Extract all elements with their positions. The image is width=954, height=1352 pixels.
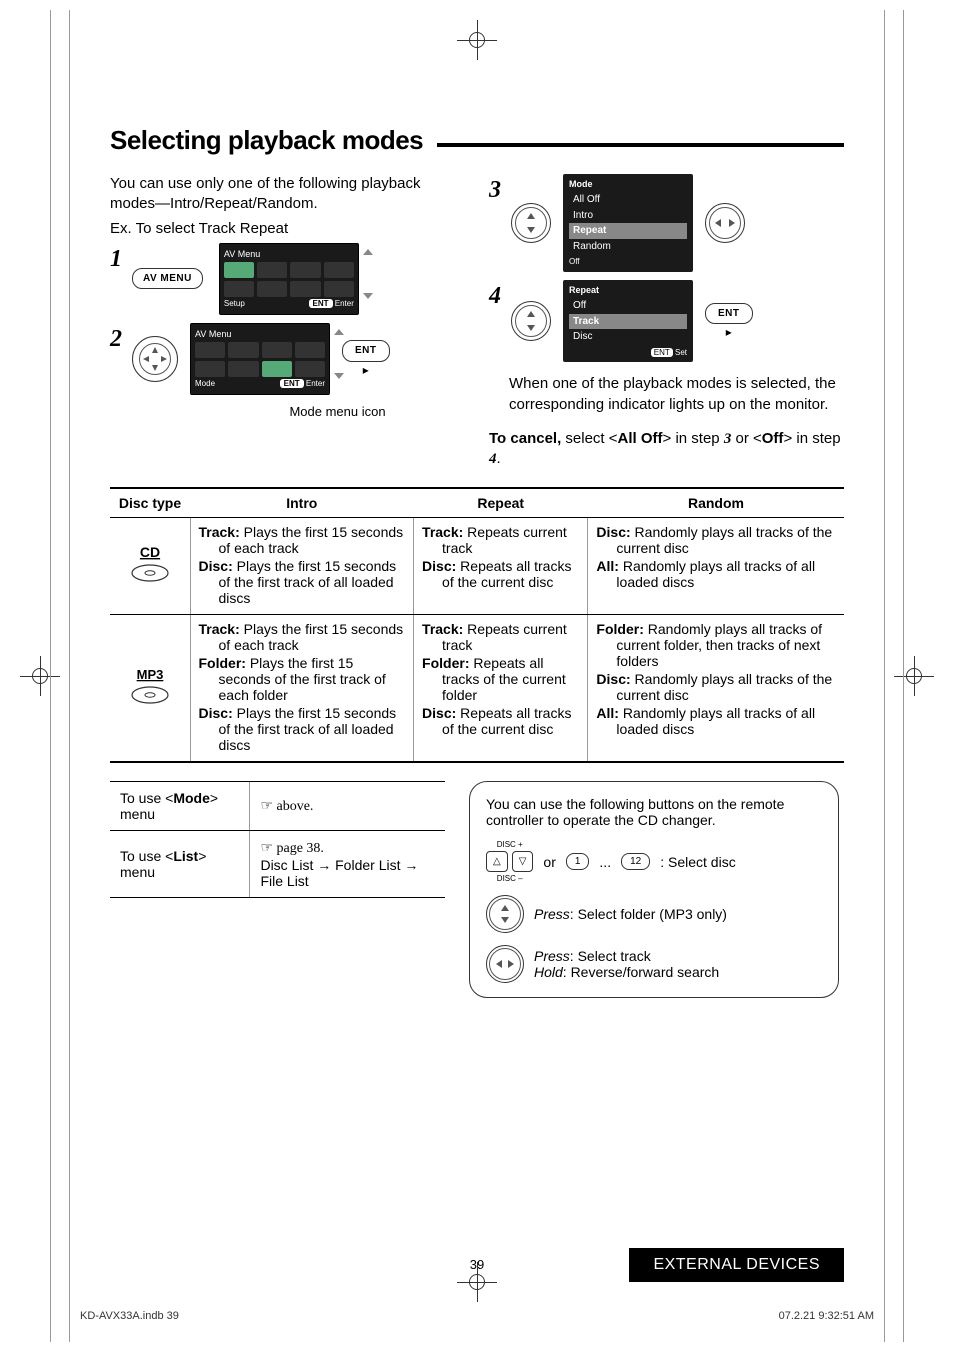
step-4-number: 4 — [489, 280, 501, 312]
step-1: 1 AV MENU AV Menu Setup ENT Ente — [110, 243, 465, 315]
mp3-random-cell: Folder: Randomly plays all tracks of cur… — [588, 615, 844, 763]
av-menu-screen-2: AV Menu Mode ENT Enter — [190, 323, 330, 395]
mode-menu-title: Mode — [569, 178, 687, 190]
mode-menu-ref-label: To use <Mode> menu — [110, 782, 250, 831]
cd-repeat-cell: Track: Repeats current track Disc: Repea… — [414, 518, 588, 615]
remote-controller-box: You can use the following buttons on the… — [469, 781, 839, 998]
mp3-disc-icon: MP3 — [126, 667, 174, 710]
step-3: 3 Mode All Off Intro Repeat Random Off — [489, 174, 844, 272]
step-2-number: 2 — [110, 323, 122, 355]
remote-num-1-icon: 1 — [566, 853, 590, 870]
title-rule — [437, 143, 844, 147]
mp3-repeat-cell: Track: Repeats current track Folder: Rep… — [414, 615, 588, 763]
remote-dial-leftright-icon — [486, 945, 524, 983]
mode-menu-caption: Mode menu icon — [210, 403, 465, 421]
mode-menu-screen: Mode All Off Intro Repeat Random Off — [563, 174, 693, 272]
up-arrow-icon — [363, 249, 373, 255]
svg-text:MP3: MP3 — [136, 667, 163, 682]
remote-down-btn-icon: ▽ — [512, 851, 534, 872]
remote-intro: You can use the following buttons on the… — [486, 796, 822, 828]
cd-intro-cell: Track: Plays the first 15 seconds of eac… — [190, 518, 414, 615]
ent-button-icon: ENT — [705, 303, 753, 325]
av-menu-foot-ent-1: ENT — [309, 299, 333, 308]
av-menu-foot-ent-2: ENT — [280, 379, 304, 388]
cancel-instructions: To cancel, select <All Off> in step 3 or… — [489, 429, 844, 470]
step-3-number: 3 — [489, 174, 501, 206]
menu-reference-table: To use <Mode> menu ☞ above. To use <List… — [110, 781, 445, 898]
cd-disc-icon: CD — [126, 545, 174, 588]
av-menu-icons-1 — [224, 262, 354, 297]
col-intro: Intro — [190, 488, 414, 518]
nav-dial-updown-icon — [511, 301, 551, 341]
page-trim-right — [884, 10, 904, 1342]
svg-text:CD: CD — [140, 545, 160, 560]
step-1-number: 1 — [110, 243, 122, 275]
col-random: Random — [588, 488, 844, 518]
playback-modes-table: Disc type Intro Repeat Random CD Track: … — [110, 487, 844, 763]
page-content: Selecting playback modes You can use onl… — [110, 125, 844, 1292]
remote-up-btn-icon: △ — [486, 851, 508, 872]
right-column: 3 Mode All Off Intro Repeat Random Off — [489, 174, 844, 473]
left-column: You can use only one of the following pl… — [110, 174, 465, 473]
col-repeat: Repeat — [414, 488, 588, 518]
print-timestamp: 07.2.21 9:32:51 AM — [779, 1310, 874, 1322]
remote-dial-updown-icon — [486, 895, 524, 933]
row-mp3: MP3 Track: Plays the first 15 seconds of… — [110, 615, 844, 763]
repeat-menu-title: Repeat — [569, 284, 687, 296]
intro-paragraph-2: Ex. To select Track Repeat — [110, 219, 465, 239]
av-menu-button-icon: AV MENU — [132, 268, 203, 290]
repeat-menu-screen: Repeat Off Track Disc ENT Set — [563, 280, 693, 362]
footer-section-tab: EXTERNAL DEVICES — [629, 1248, 844, 1282]
cd-random-cell: Disc: Randomly plays all tracks of the c… — [588, 518, 844, 615]
remote-folder-select: Press: Select folder (MP3 only) — [486, 895, 822, 933]
av-menu-title-1: AV Menu — [224, 248, 354, 260]
av-menu-foot-left-2: Mode — [195, 379, 215, 390]
up-arrow-icon — [334, 329, 344, 335]
select-disc-label: : Select disc — [660, 854, 735, 870]
down-arrow-icon — [334, 373, 344, 379]
remote-num-12-icon: 12 — [621, 853, 650, 870]
intro-paragraph-1: You can use only one of the following pl… — [110, 174, 465, 215]
row-cd: CD Track: Plays the first 15 seconds of … — [110, 518, 844, 615]
nav-dial-updown-icon — [511, 203, 551, 243]
ent-button-icon: ENT — [342, 340, 390, 362]
nav-dial-icon — [132, 336, 178, 382]
page-trim-left — [50, 10, 70, 1342]
list-menu-ref-value: ☞ page 38. Disc List → Folder List → Fil… — [250, 831, 445, 898]
nav-dial-leftright-icon — [705, 203, 745, 243]
list-menu-ref-label: To use <List> menu — [110, 831, 250, 898]
step-4: 4 Repeat Off Track Disc ENT Set ENT ▸ — [489, 280, 844, 362]
section-title: Selecting playback modes — [110, 125, 423, 156]
remote-disc-select: DISC + △ ▽ DISC – or 1 ... 12 : Select d… — [486, 840, 822, 883]
av-menu-screen-1: AV Menu Setup ENT Enter — [219, 243, 359, 315]
step-2: 2 AV Menu Mode — [110, 323, 465, 395]
down-arrow-icon — [363, 293, 373, 299]
file-reference: KD-AVX33A.indb 39 — [80, 1310, 179, 1322]
step4-result-text: When one of the playback modes is select… — [509, 374, 844, 415]
remote-track-select: Press: Select track Hold: Reverse/forwar… — [486, 945, 822, 983]
mp3-intro-cell: Track: Plays the first 15 seconds of eac… — [190, 615, 414, 763]
crop-mark-top — [457, 20, 497, 60]
av-menu-title-2: AV Menu — [195, 328, 325, 340]
av-menu-icons-2 — [195, 342, 325, 377]
mode-menu-ref-value: ☞ above. — [250, 782, 445, 831]
av-menu-foot-left-1: Setup — [224, 299, 245, 310]
page-number: 39 — [470, 1257, 484, 1272]
col-disc-type: Disc type — [110, 488, 190, 518]
